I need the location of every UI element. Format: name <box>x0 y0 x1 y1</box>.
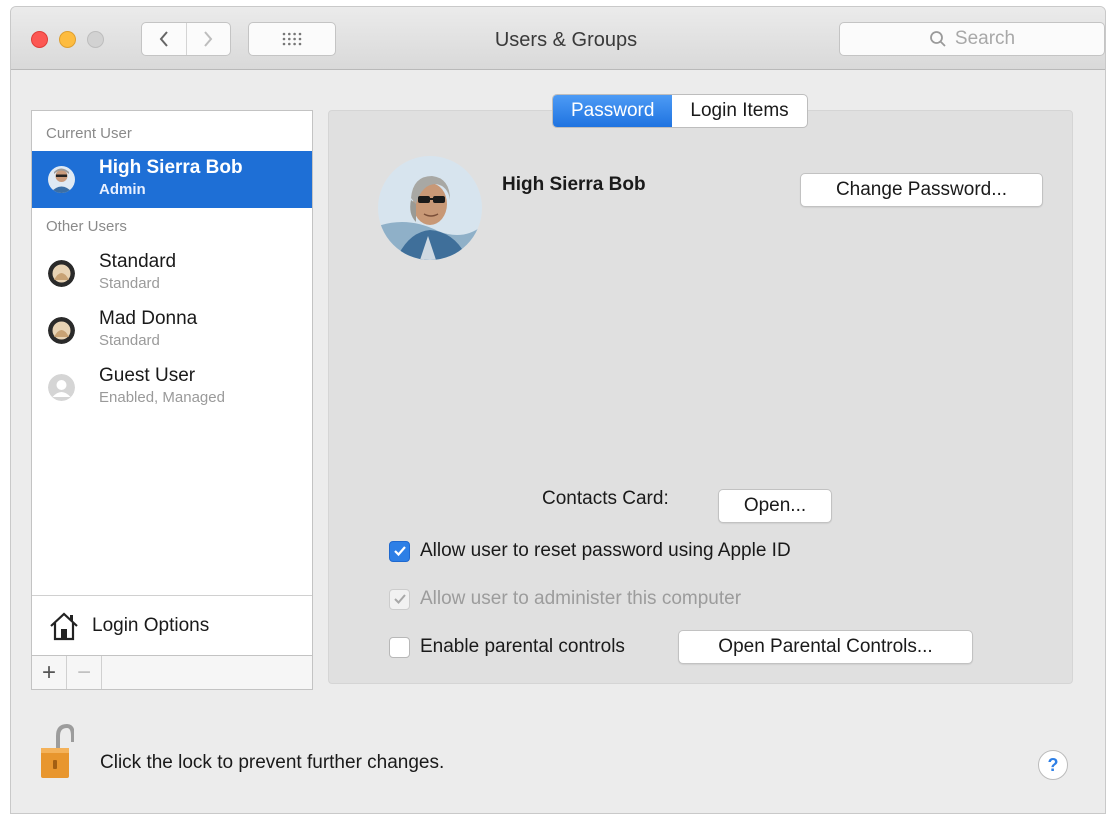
user-name: Mad Donna <box>99 308 198 329</box>
other-users-header: Other Users <box>46 218 127 235</box>
list-footer: + − <box>32 655 312 689</box>
show-all-button[interactable] <box>248 22 336 56</box>
user-role: Admin <box>99 181 146 198</box>
parental-controls-checkbox[interactable] <box>389 636 410 658</box>
avatar <box>48 317 75 344</box>
avatar <box>48 166 75 193</box>
user-role: Enabled, Managed <box>99 389 225 406</box>
window-title: Users & Groups <box>494 29 638 51</box>
user-picture[interactable] <box>378 156 482 260</box>
chevron-right-icon <box>204 31 213 47</box>
allow-reset-row[interactable]: Allow user to reset password using Apple… <box>389 540 791 562</box>
close-button[interactable] <box>31 31 48 48</box>
user-role: Standard <box>99 275 160 292</box>
tab-password[interactable]: Password <box>553 95 673 127</box>
search-placeholder: Search <box>954 28 1016 49</box>
user-row-guest-user[interactable]: Guest User Enabled, Managed <box>32 359 312 416</box>
chevron-left-icon <box>159 31 168 47</box>
allow-admin-row[interactable]: Allow user to administer this computer <box>389 588 741 610</box>
current-user-header: Current User <box>46 125 132 142</box>
parental-controls-row[interactable]: Enable parental controls <box>389 636 625 658</box>
allow-reset-label: Allow user to reset password using Apple… <box>420 540 791 561</box>
open-parental-controls-button[interactable]: Open Parental Controls... <box>678 630 973 664</box>
users-list: Current User High Sierra Bob Admin Other… <box>31 110 313 690</box>
user-name: High Sierra Bob <box>99 157 243 178</box>
zoom-button[interactable] <box>87 31 104 48</box>
contacts-card-label: Contacts Card: <box>542 488 669 509</box>
navigation-buttons <box>141 22 231 56</box>
parental-controls-label: Enable parental controls <box>420 636 625 657</box>
login-options-label: Login Options <box>92 614 210 636</box>
title-bar: Users & Groups Search <box>11 7 1105 70</box>
house-icon <box>50 612 78 640</box>
user-row-standard[interactable]: Standard Standard <box>32 245 312 302</box>
tab-login-items[interactable]: Login Items <box>672 95 806 127</box>
search-field[interactable]: Search <box>839 22 1105 56</box>
allow-reset-checkbox[interactable] <box>389 540 410 562</box>
user-row-high-sierra-bob[interactable]: High Sierra Bob Admin <box>32 151 312 208</box>
grid-icon <box>282 32 302 46</box>
user-row-mad-donna[interactable]: Mad Donna Standard <box>32 302 312 359</box>
back-button[interactable] <box>142 23 186 55</box>
checkmark-icon <box>393 594 406 604</box>
minimize-button[interactable] <box>59 31 76 48</box>
user-name: Standard <box>99 251 177 272</box>
lock-message: Click the lock to prevent further change… <box>100 752 445 773</box>
remove-user-button[interactable]: − <box>67 656 102 689</box>
add-user-button[interactable]: + <box>32 656 67 689</box>
login-options-item[interactable]: Login Options <box>32 595 312 655</box>
user-name: Guest User <box>99 365 196 386</box>
open-contacts-button[interactable]: Open... <box>718 489 832 523</box>
allow-admin-checkbox[interactable] <box>389 588 410 610</box>
avatar <box>48 374 75 401</box>
unlocked-padlock-icon <box>41 723 75 778</box>
allow-admin-label: Allow user to administer this computer <box>420 588 742 609</box>
forward-button[interactable] <box>185 23 231 55</box>
user-full-name: High Sierra Bob <box>502 174 646 195</box>
user-role: Standard <box>99 332 160 349</box>
tab-bar: Password Login Items <box>552 94 808 128</box>
change-password-button[interactable]: Change Password... <box>800 173 1043 207</box>
help-button[interactable]: ? <box>1038 750 1068 780</box>
lock-button[interactable] <box>40 722 75 780</box>
avatar <box>48 260 75 287</box>
checkmark-icon <box>393 546 406 557</box>
search-icon <box>929 31 946 47</box>
